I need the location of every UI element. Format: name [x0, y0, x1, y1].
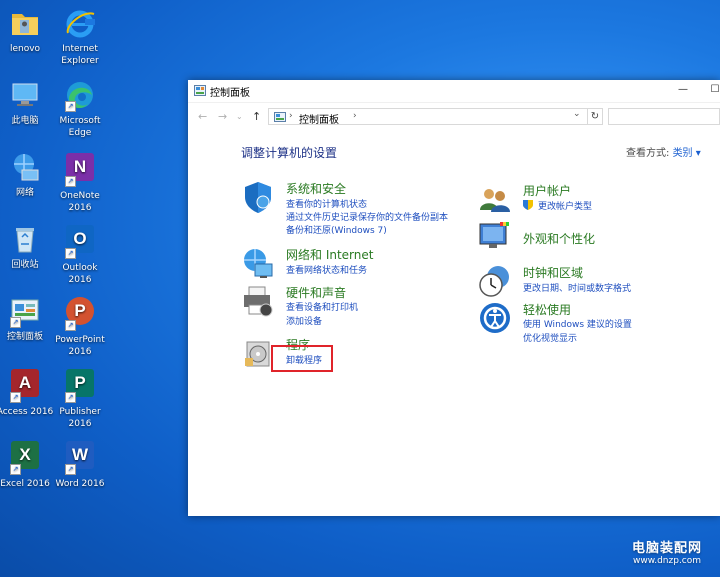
- printer-icon: [244, 286, 273, 317]
- desktop-icon-excel[interactable]: X ↗ Excel 2016: [0, 438, 54, 490]
- desktop-icon-label: Access 2016: [0, 407, 54, 417]
- users-icon: [480, 189, 510, 212]
- breadcrumb-separator: ›: [353, 111, 357, 121]
- desktop-icon-internet-explorer[interactable]: Internet Explorer: [51, 6, 109, 67]
- network-globe-icon: [244, 249, 273, 278]
- desktop-icon-label: Word 2016: [55, 479, 105, 489]
- desktop-icon-publisher[interactable]: P ↗ Publisher 2016: [51, 366, 109, 430]
- title-bar[interactable]: 控制面板 — ☐: [188, 80, 720, 103]
- desktop-icon-label: OneNote 2016: [60, 191, 100, 213]
- breadcrumb-separator: ›: [289, 111, 293, 121]
- desktop-icon-label: Microsoft Edge: [59, 116, 101, 138]
- breadcrumb-control-panel[interactable]: 控制面板: [299, 111, 339, 126]
- category-title[interactable]: 硬件和声音: [286, 284, 346, 301]
- desktop-icon-label: Outlook 2016: [62, 263, 98, 285]
- desktop-icon-label: 控制面板: [6, 332, 43, 342]
- category-title[interactable]: 时钟和区域: [523, 264, 583, 281]
- highlight-box: [271, 345, 333, 372]
- view-by-label: 查看方式:: [626, 148, 670, 159]
- maximize-button[interactable]: ☐: [708, 83, 720, 97]
- desktop-icon-label: Publisher 2016: [59, 407, 101, 429]
- up-arrow-icon[interactable]: ↑: [252, 110, 261, 123]
- desktop-icon-control-panel[interactable]: ↗ 控制面板: [0, 294, 54, 343]
- computer-icon: [8, 78, 42, 112]
- internet-explorer-icon: [63, 6, 97, 40]
- onenote-icon: N ↗: [63, 153, 97, 187]
- category-title[interactable]: 网络和 Internet: [286, 246, 373, 263]
- window-title: 控制面板: [210, 88, 250, 99]
- desktop-icon-edge[interactable]: ↗ Microsoft Edge: [51, 78, 109, 139]
- access-icon: A ↗: [8, 369, 42, 403]
- word-icon: W ↗: [63, 441, 97, 475]
- view-by-dropdown[interactable]: 类别 ▾: [673, 148, 701, 159]
- address-box[interactable]: › 控制面板 › ⌄: [268, 108, 588, 126]
- desktop-icon-label: 网络: [15, 188, 34, 198]
- desktop-icon-label: Excel 2016: [0, 479, 50, 489]
- watermark-url: www.dnzp.com: [632, 556, 702, 566]
- shield-icon: [245, 182, 271, 213]
- category-title[interactable]: 轻松使用: [523, 301, 571, 318]
- desktop-icon-access[interactable]: A ↗ Access 2016: [0, 366, 54, 418]
- control-panel-icon: [274, 112, 286, 122]
- forward-arrow-icon[interactable]: →: [218, 110, 227, 123]
- excel-icon: X ↗: [8, 441, 42, 475]
- desktop-icon-label: PowerPoint 2016: [55, 335, 105, 357]
- search-input[interactable]: [608, 108, 720, 125]
- desktop-icon-this-pc[interactable]: 此电脑: [0, 78, 54, 127]
- page-heading: 调整计算机的设置: [241, 146, 338, 160]
- publisher-icon: P ↗: [63, 369, 97, 403]
- ease-of-access-icon: [480, 303, 510, 333]
- programs-disc-icon: [245, 341, 270, 367]
- link-add-device[interactable]: 添加设备: [286, 314, 322, 327]
- desktop-icon-label: Internet Explorer: [61, 44, 99, 66]
- desktop-icon-word[interactable]: W ↗ Word 2016: [51, 438, 109, 490]
- control-panel-icon: [194, 85, 206, 96]
- recycle-bin-icon: [8, 222, 42, 256]
- watermark: 电脑装配网 www.dnzp.com: [632, 537, 702, 566]
- powerpoint-icon: P ↗: [63, 297, 97, 331]
- link-file-history[interactable]: 通过文件历史记录保存你的文件备份副本: [286, 210, 448, 223]
- control-panel-icon: ↗: [8, 294, 42, 328]
- desktop-icon-label: lenovo: [9, 44, 41, 54]
- appearance-monitor-icon: [479, 222, 509, 248]
- outlook-icon: O ↗: [63, 225, 97, 259]
- control-panel-window: 控制面板 — ☐ ← → ⌄ ↑ › 控制面板 › ⌄ ↻ 调整计算机的设置 查…: [188, 80, 720, 516]
- link-view-computer-status[interactable]: 查看你的计算机状态: [286, 197, 367, 210]
- address-dropdown-icon[interactable]: ⌄: [573, 109, 581, 119]
- address-bar-row: ← → ⌄ ↑ › 控制面板 › ⌄ ↻: [188, 103, 720, 131]
- dropdown-arrow-icon[interactable]: ⌄: [236, 112, 243, 121]
- link-devices-printers[interactable]: 查看设备和打印机: [286, 300, 358, 313]
- category-title[interactable]: 用户帐户: [523, 182, 571, 199]
- view-by: 查看方式: 类别 ▾: [626, 144, 701, 159]
- desktop-icon-recycle-bin[interactable]: 回收站: [0, 222, 54, 271]
- link-date-time-format[interactable]: 更改日期、时间或数字格式: [523, 281, 631, 294]
- link-network-status[interactable]: 查看网络状态和任务: [286, 263, 367, 276]
- desktop-icon-label: 回收站: [11, 260, 39, 270]
- clock-icon: [479, 266, 509, 297]
- desktop-icon-powerpoint[interactable]: P ↗ PowerPoint 2016: [51, 294, 109, 358]
- desktop-icon-onenote[interactable]: N ↗ OneNote 2016: [51, 150, 109, 214]
- category-title[interactable]: 系统和安全: [286, 180, 346, 197]
- link-change-account-type[interactable]: 更改帐户类型: [538, 199, 592, 212]
- watermark-title: 电脑装配网: [632, 541, 703, 556]
- desktop-icon-lenovo[interactable]: lenovo: [0, 6, 54, 55]
- link-optimize-visual-display[interactable]: 优化视觉显示: [523, 331, 577, 344]
- network-icon: [8, 150, 42, 184]
- back-arrow-icon[interactable]: ←: [198, 110, 207, 123]
- folder-icon: [8, 6, 42, 40]
- edge-icon: ↗: [63, 78, 97, 112]
- category-title[interactable]: 外观和个性化: [523, 230, 595, 247]
- link-windows-recommended-settings[interactable]: 使用 Windows 建议的设置: [523, 317, 632, 330]
- link-backup-restore[interactable]: 备份和还原(Windows 7): [286, 223, 387, 236]
- desktop-icon-network[interactable]: 网络: [0, 150, 54, 199]
- uac-shield-icon: [523, 200, 533, 210]
- desktop-icon-outlook[interactable]: O ↗ Outlook 2016: [51, 222, 109, 286]
- desktop-icon-label: 此电脑: [11, 116, 39, 126]
- refresh-button[interactable]: ↻: [588, 108, 603, 125]
- minimize-button[interactable]: —: [676, 83, 690, 97]
